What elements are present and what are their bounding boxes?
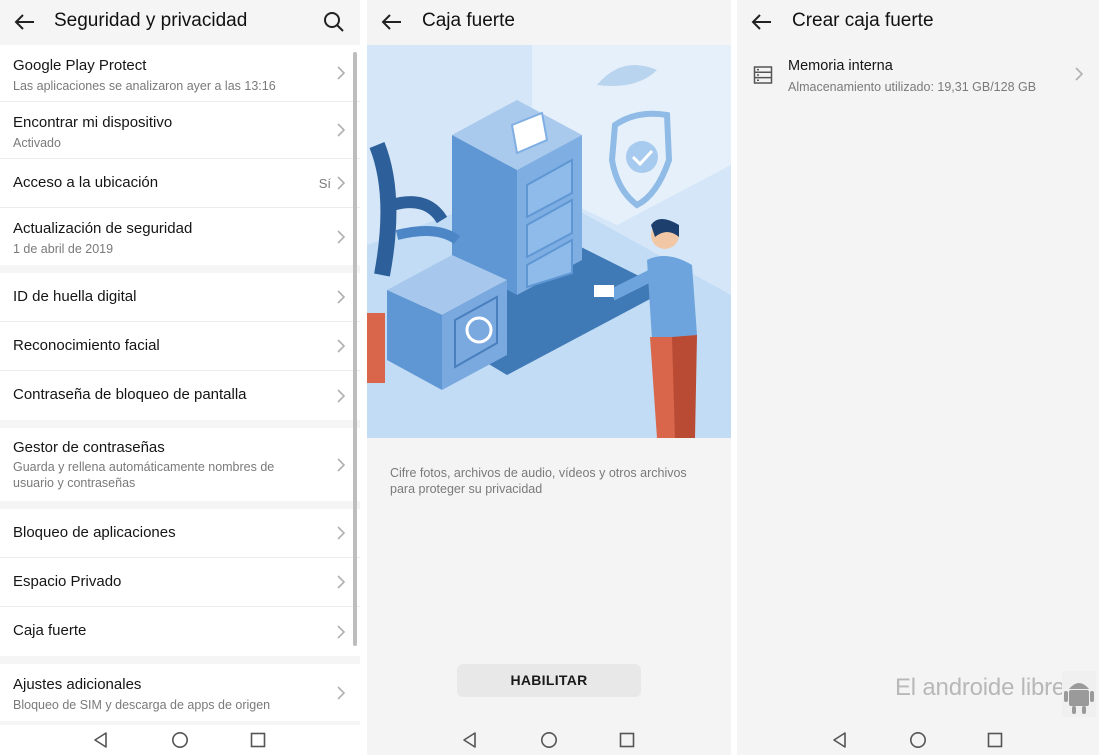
nav-recents-icon[interactable] [986, 731, 1004, 749]
setting-subtitle: Bloqueo de SIM y descarga de apps de ori… [13, 698, 271, 712]
setting-fingerprint-id[interactable]: ID de huella digital [0, 273, 360, 322]
page-title: Seguridad y privacidad [54, 10, 248, 31]
nav-home-icon[interactable] [171, 731, 189, 749]
chevron-right-icon [337, 526, 346, 540]
chevron-right-icon [337, 624, 346, 639]
chevron-right-icon [1075, 67, 1084, 81]
setting-title: Contraseña de bloqueo de pantalla [13, 386, 247, 403]
back-arrow-icon[interactable] [379, 11, 403, 33]
back-arrow-icon[interactable] [12, 11, 36, 33]
chevron-right-icon [337, 123, 346, 137]
setting-title: Acceso a la ubicación [13, 174, 159, 191]
settings-group: Gestor de contraseñas Guarda y rellena a… [0, 428, 360, 501]
chevron-right-icon [337, 290, 346, 304]
app-bar: Crear caja fuerte [737, 0, 1099, 44]
settings-group: ID de huella digital Reconocimiento faci… [0, 273, 360, 420]
safe-description: Cifre fotos, archivos de audio, vídeos y… [390, 466, 687, 496]
safe-illustration [367, 45, 731, 438]
settings-list: Google Play Protect Las aplicaciones se … [0, 45, 360, 729]
nav-recents-icon[interactable] [618, 731, 636, 749]
storage-icon [753, 66, 773, 84]
setting-title: Actualización de seguridad [13, 220, 193, 237]
nav-home-icon[interactable] [909, 731, 927, 749]
setting-password-manager[interactable]: Gestor de contraseñas Guarda y rellena a… [0, 428, 360, 501]
setting-subtitle: Guarda y rellena automáticamente nombres… [13, 460, 275, 490]
nav-recents-icon[interactable] [249, 731, 267, 749]
setting-screen-lock-password[interactable]: Contraseña de bloqueo de pantalla [0, 371, 360, 420]
back-arrow-icon[interactable] [749, 11, 773, 33]
storage-option-internal[interactable]: Memoria interna Almacenamiento utilizado… [737, 45, 1099, 103]
navigation-bar [737, 725, 1099, 755]
setting-additional-settings[interactable]: Ajustes adicionales Bloqueo de SIM y des… [0, 664, 360, 721]
setting-title: Bloqueo de aplicaciones [13, 524, 176, 541]
chevron-right-icon [337, 575, 346, 589]
setting-title: Ajustes adicionales [13, 676, 142, 693]
setting-private-space[interactable]: Espacio Privado [0, 558, 360, 607]
enable-button[interactable]: HABILITAR [457, 664, 641, 697]
page-title: Crear caja fuerte [792, 10, 934, 31]
setting-value: Sí [318, 176, 331, 191]
setting-safe[interactable]: Caja fuerte [0, 607, 360, 656]
search-icon[interactable] [322, 10, 346, 34]
navigation-bar [367, 725, 731, 755]
android-logo-icon [1062, 671, 1096, 717]
settings-group: Bloqueo de aplicaciones Espacio Privado … [0, 509, 360, 656]
nav-back-icon[interactable] [461, 731, 479, 749]
settings-group: Ajustes adicionales Bloqueo de SIM y des… [0, 664, 360, 721]
setting-subtitle: Las aplicaciones se analizaron ayer a la… [13, 79, 276, 93]
setting-face-recognition[interactable]: Reconocimiento facial [0, 322, 360, 371]
setting-title: Gestor de contraseñas [13, 439, 165, 456]
nav-home-icon[interactable] [540, 731, 558, 749]
setting-title: Reconocimiento facial [13, 337, 160, 354]
safe-screen: Caja fuerte Cifre fotos, archivos de aud… [367, 0, 731, 755]
storage-title: Memoria interna [788, 58, 893, 74]
watermark: El androide libre [895, 674, 1066, 701]
setting-title: Caja fuerte [13, 622, 87, 639]
app-bar: Caja fuerte [367, 0, 731, 44]
chevron-right-icon [337, 457, 346, 472]
setting-location-access[interactable]: Acceso a la ubicación Sí [0, 159, 360, 208]
setting-security-update[interactable]: Actualización de seguridad 1 de abril de… [0, 208, 360, 265]
nav-back-icon[interactable] [831, 731, 849, 749]
create-safe-screen: Crear caja fuerte Memoria interna Almace… [737, 0, 1099, 755]
setting-app-lock[interactable]: Bloqueo de aplicaciones [0, 509, 360, 558]
chevron-right-icon [337, 685, 346, 700]
setting-title: Espacio Privado [13, 573, 122, 590]
chevron-right-icon [337, 176, 346, 190]
setting-find-my-device[interactable]: Encontrar mi dispositivo Activado [0, 102, 360, 159]
navigation-bar [0, 725, 360, 755]
setting-title: ID de huella digital [13, 288, 137, 305]
settings-group: Google Play Protect Las aplicaciones se … [0, 45, 360, 265]
storage-usage: Almacenamiento utilizado: 19,31 GB/128 G… [788, 80, 1037, 94]
setting-subtitle: 1 de abril de 2019 [13, 242, 114, 256]
setting-title: Google Play Protect [13, 57, 147, 74]
chevron-right-icon [337, 388, 346, 403]
chevron-right-icon [337, 339, 346, 353]
chevron-right-icon [337, 66, 346, 80]
nav-back-icon[interactable] [92, 731, 110, 749]
chevron-right-icon [337, 229, 346, 244]
security-privacy-screen: Seguridad y privacidad Google Play Prote… [0, 0, 360, 755]
page-title: Caja fuerte [422, 10, 515, 31]
app-bar: Seguridad y privacidad [0, 0, 360, 44]
setting-subtitle: Activado [13, 136, 61, 150]
panel-divider [360, 0, 367, 755]
setting-title: Encontrar mi dispositivo [13, 114, 173, 131]
scrollbar[interactable] [353, 52, 357, 646]
setting-google-play-protect[interactable]: Google Play Protect Las aplicaciones se … [0, 45, 360, 102]
